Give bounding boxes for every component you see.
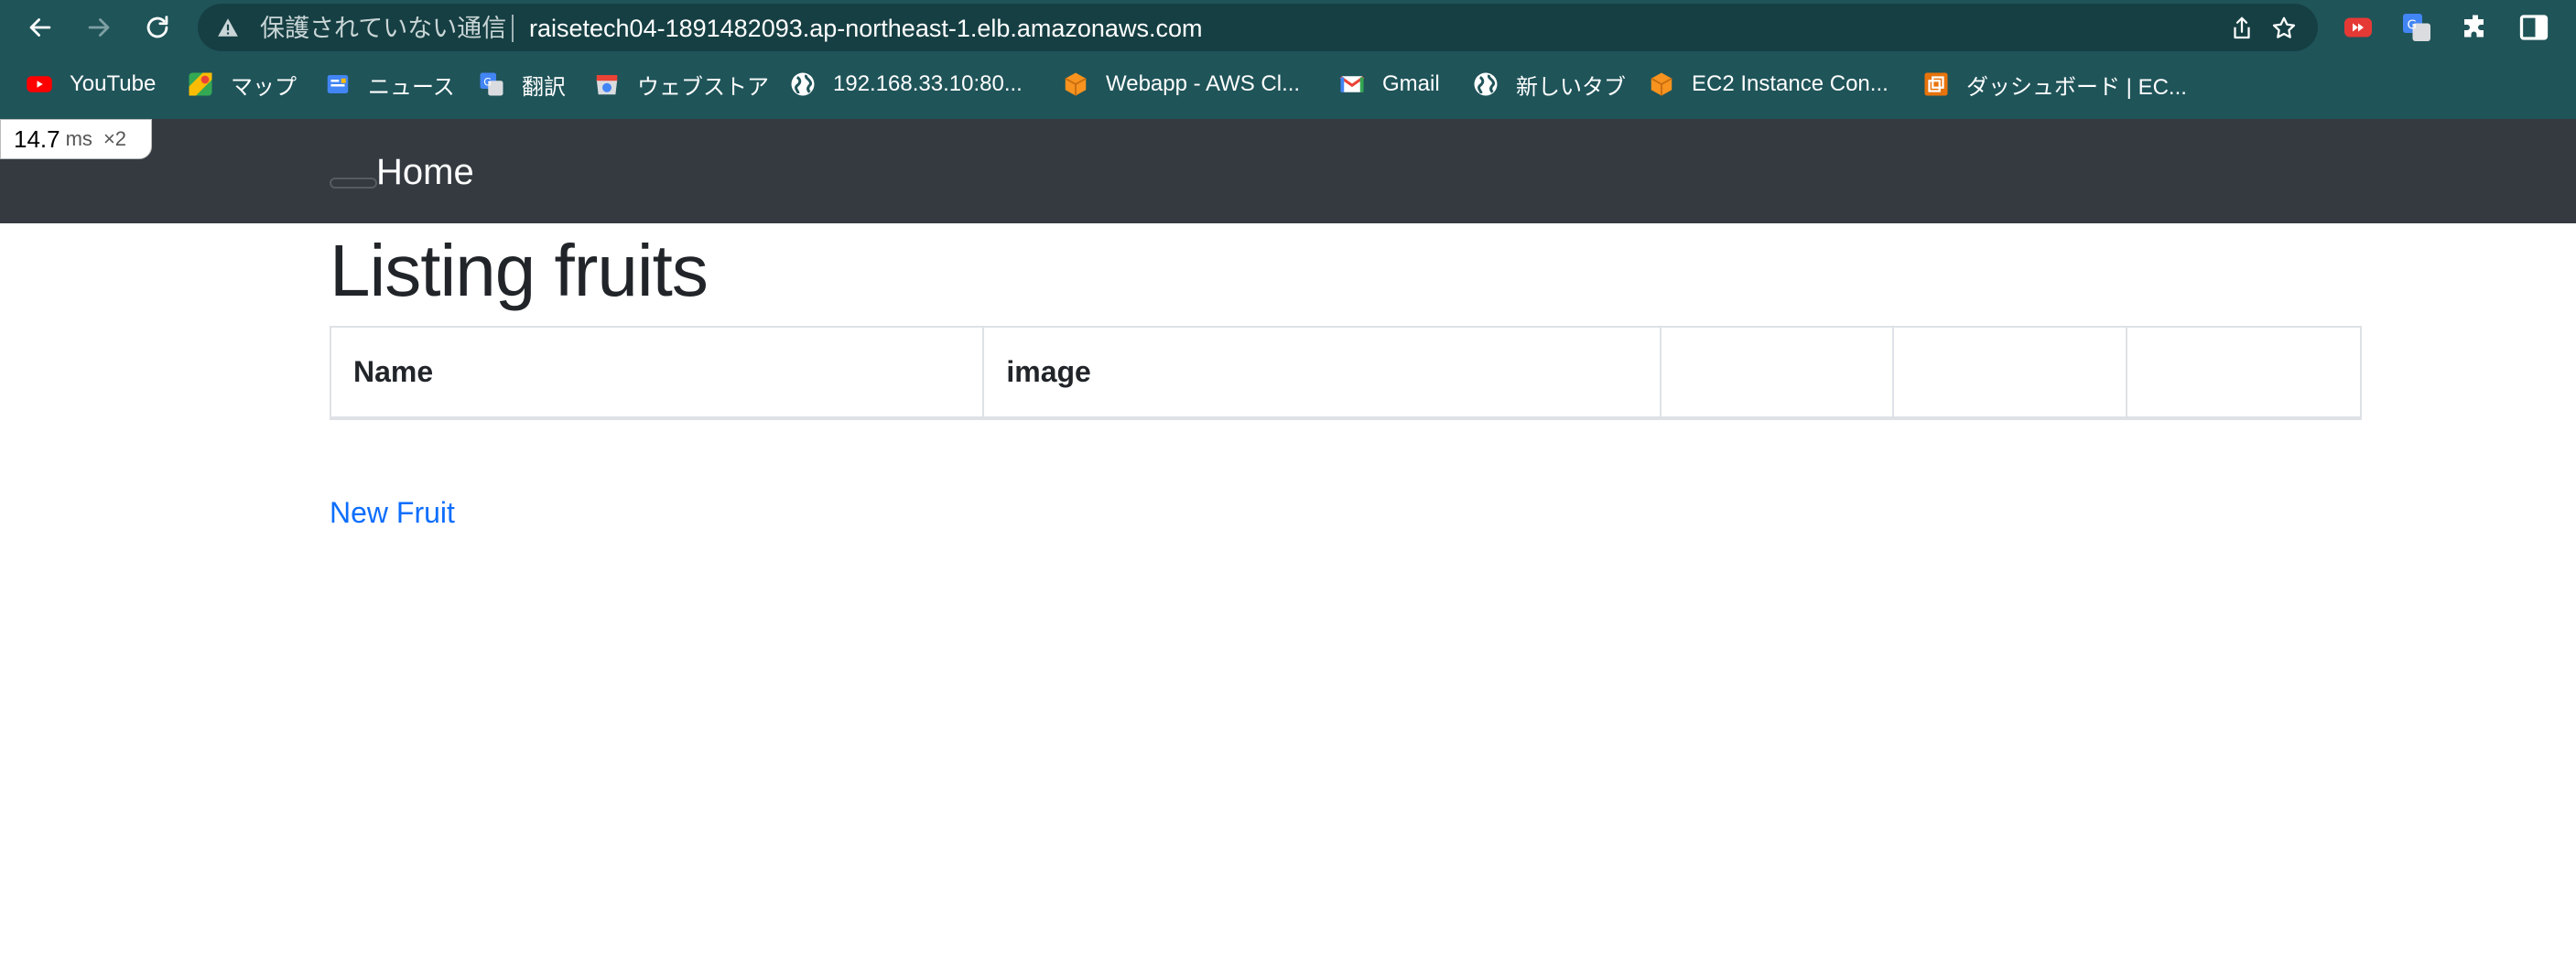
column-header-image: image — [982, 326, 1661, 420]
side-panel-icon[interactable] — [2517, 11, 2550, 44]
render-time-unit: ms — [65, 127, 92, 150]
url-text[interactable]: raisetech04-1891482093.ap-northeast-1.el… — [529, 16, 1202, 41]
extensions-puzzle-icon[interactable] — [2459, 11, 2492, 44]
bookmark-label: ニュース — [368, 74, 455, 100]
render-time-badge: 14.7 ms ×2 — [0, 119, 152, 159]
bookmark-star-icon[interactable] — [2270, 15, 2298, 42]
aws-cube-icon — [1648, 70, 1675, 98]
bookmark-webapp-aws[interactable]: Webapp - AWS Cl... — [1062, 68, 1300, 101]
bookmark-label: 新しいタブ — [1516, 74, 1626, 100]
render-time-value: 14.7 — [14, 124, 60, 153]
bookmark-label: YouTube — [70, 71, 157, 96]
security-status-label[interactable]: 保護されていない通信 — [260, 16, 506, 41]
address-bar[interactable]: 保護されていない通信 raisetech04-1891482093.ap-nor… — [198, 4, 2318, 51]
translate-extension-icon[interactable]: G — [2400, 11, 2433, 44]
bookmark-local-ip[interactable]: 192.168.33.10:80... — [789, 68, 1023, 101]
new-fruit-link[interactable]: New Fruit — [330, 496, 455, 530]
address-divider — [512, 15, 514, 42]
bookmark-label: 192.168.33.10:80... — [833, 71, 1023, 96]
bookmarks-bar: YouTube マップ ニュース G 翻訳 ウェブストア 192.168.33.… — [0, 55, 2576, 119]
bookmark-youtube[interactable]: YouTube — [26, 68, 156, 101]
webstore-icon — [593, 70, 621, 98]
globe-icon — [1472, 70, 1499, 98]
bookmark-translate[interactable]: G 翻訳 — [478, 68, 566, 101]
aws-cube-icon — [1062, 70, 1089, 98]
bookmark-gmail[interactable]: Gmail — [1338, 68, 1440, 101]
svg-text:G: G — [2408, 18, 2417, 33]
arrow-right-icon — [88, 18, 110, 37]
bookmark-maps[interactable]: マップ — [187, 68, 297, 101]
youtube-extension-icon[interactable] — [2342, 11, 2375, 44]
bookmark-new-tab[interactable]: 新しいタブ — [1472, 68, 1626, 101]
column-header-action — [1892, 326, 2128, 420]
bookmark-ec2-dashboard[interactable]: ダッシュボード | EC... — [1922, 68, 2187, 101]
arrow-left-icon — [29, 18, 51, 37]
render-count: ×2 — [103, 127, 127, 150]
bookmark-label: マップ — [231, 74, 297, 100]
warning-icon — [218, 18, 238, 37]
column-header-name: Name — [329, 326, 985, 420]
bookmark-label: 翻訳 — [522, 74, 566, 100]
share-icon[interactable] — [2228, 15, 2256, 42]
bookmark-news[interactable]: ニュース — [324, 68, 455, 101]
bookmark-label: Gmail — [1382, 71, 1440, 96]
navbar-home-link[interactable]: Home — [376, 152, 474, 192]
news-icon — [324, 70, 352, 98]
fruits-table: Name image — [329, 326, 2362, 420]
globe-icon — [789, 70, 817, 98]
maps-icon — [187, 70, 214, 98]
bookmark-webstore[interactable]: ウェブストア — [593, 68, 769, 101]
navbar-toggler-button[interactable] — [330, 178, 377, 189]
forward-button[interactable] — [79, 7, 119, 48]
youtube-icon — [26, 70, 53, 98]
gmail-icon — [1338, 70, 1366, 98]
back-button[interactable] — [20, 7, 60, 48]
table-header-row: Name image — [329, 326, 2362, 420]
bookmark-label: ダッシュボード | EC... — [1966, 74, 2187, 100]
bookmark-label: EC2 Instance Con... — [1692, 71, 1889, 96]
bookmark-label: ウェブストア — [637, 74, 769, 100]
ec2-dashboard-icon — [1922, 70, 1950, 98]
translate-icon: G — [478, 70, 505, 98]
browser-toolbar: 保護されていない通信 raisetech04-1891482093.ap-nor… — [0, 0, 2576, 55]
column-header-action — [1659, 326, 1895, 420]
reload-button[interactable] — [137, 7, 178, 48]
site-navbar: Home — [0, 119, 2576, 223]
svg-text:G: G — [483, 76, 492, 88]
page-title: Listing fruits — [330, 230, 709, 311]
reload-icon — [146, 16, 168, 38]
bookmark-ec2-instance[interactable]: EC2 Instance Con... — [1648, 68, 1889, 101]
bookmark-label: Webapp - AWS Cl... — [1106, 71, 1301, 96]
column-header-action — [2126, 326, 2362, 420]
